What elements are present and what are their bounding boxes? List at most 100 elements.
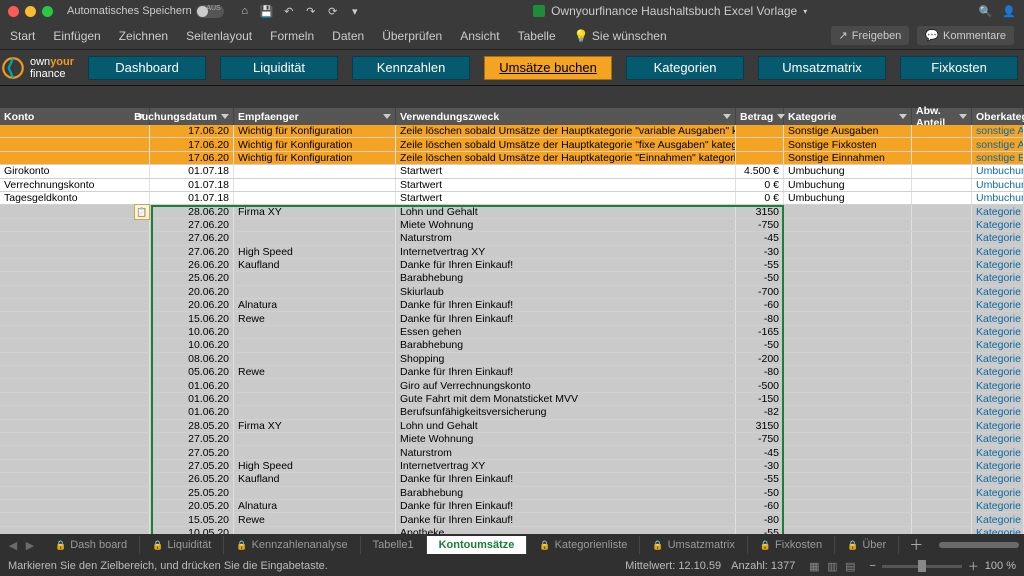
chevron-down-icon[interactable]: ▾ (803, 7, 807, 16)
sheet-next-icon[interactable]: ▶ (23, 539, 37, 552)
lock-icon: 🔒 (539, 540, 550, 551)
col-abw[interactable]: Abw. Anteil (912, 108, 972, 125)
table-row[interactable]: 28.05.20Firma XYLohn und Gehalt3150Kateg… (0, 420, 1024, 433)
sheet-tab-liquidität[interactable]: 🔒Liquidität (140, 536, 224, 554)
filter-icon (723, 114, 731, 119)
table-row[interactable]: 25.05.20Barabhebung-50Kategorie fe (0, 487, 1024, 500)
table-row[interactable]: 26.06.20KauflandDanke für Ihren Einkauf!… (0, 259, 1024, 272)
table-row[interactable]: 10.05.20Apotheke-55Kategorie fe (0, 527, 1024, 534)
minimize-icon[interactable] (25, 6, 36, 17)
zoom-out-icon[interactable]: − (869, 560, 875, 572)
redo-icon[interactable]: ↷ (304, 5, 318, 18)
zoom-icon[interactable] (42, 6, 53, 17)
col-konto[interactable]: Konto (0, 108, 150, 125)
sheet-tab-kategorienliste[interactable]: 🔒Kategorienliste (527, 536, 640, 554)
nav-dashboard[interactable]: Dashboard (88, 56, 206, 80)
ribbon-tab[interactable]: Einfügen (53, 29, 100, 43)
table-row[interactable]: Verrechnungskonto01.07.18Startwert0 €Umb… (0, 179, 1024, 192)
ribbon-tab[interactable]: Seitenlayout (186, 29, 252, 43)
table-row[interactable]: 20.05.20AlnaturaDanke für Ihren Einkauf!… (0, 500, 1024, 513)
table-row[interactable]: Girokonto01.07.18Startwert4.500 €Umbuchu… (0, 165, 1024, 178)
sheet-tab-kontoumsätze[interactable]: Kontoumsätze (427, 536, 528, 554)
save-icon[interactable]: 💾 (260, 5, 274, 18)
comments-button[interactable]: 💬 Kommentare (917, 26, 1014, 45)
ribbon-tab[interactable]: Ansicht (460, 29, 499, 43)
sheet-tab-umsatzmatrix[interactable]: 🔒Umsatzmatrix (640, 536, 747, 554)
table-row[interactable]: 08.06.20Shopping-200Kategorie fe (0, 353, 1024, 366)
user-icon[interactable]: 👤 (1002, 5, 1016, 18)
nav-fixkosten[interactable]: Fixkosten (900, 56, 1018, 80)
table-row[interactable]: 27.05.20Miete Wohnung-750Kategorie fe (0, 433, 1024, 446)
share-button[interactable]: ↗ Freigeben (831, 26, 910, 45)
table-row[interactable]: 27.06.20High SpeedInternetvertrag XY-30K… (0, 246, 1024, 259)
filter-icon (899, 114, 907, 119)
tell-me[interactable]: 💡 Sie wünschen (574, 29, 667, 43)
home-icon[interactable]: ⌂ (238, 5, 252, 18)
table-row[interactable]: 27.06.20Miete Wohnung-750Kategorie fe (0, 219, 1024, 232)
ribbon-tab[interactable]: Start (10, 29, 35, 43)
table-row[interactable]: 20.06.20AlnaturaDanke für Ihren Einkauf!… (0, 299, 1024, 312)
search-icon[interactable]: 🔍 (979, 5, 993, 18)
autosave-toggle[interactable]: Automatisches Speichern AUS (67, 5, 224, 18)
ribbon-tab[interactable]: Zeichnen (119, 29, 168, 43)
status-anzahl: Anzahl: 1377 (731, 560, 795, 572)
ribbon-tab[interactable]: Daten (332, 29, 364, 43)
col-oberkategorie[interactable]: Oberkategorie (972, 108, 1024, 125)
nav-liquidität[interactable]: Liquidität (220, 56, 338, 80)
sheet-tab-kennzahlenanalyse[interactable]: 🔒Kennzahlenanalyse (224, 536, 360, 554)
nav-kategorien[interactable]: Kategorien (626, 56, 744, 80)
table-row[interactable]: 01.06.20Gute Fahrt mit dem Monatsticket … (0, 393, 1024, 406)
zoom-in-icon[interactable]: ＋ (968, 558, 979, 574)
table-row[interactable]: 01.06.20Giro auf Verrechnungskonto-500Ka… (0, 379, 1024, 392)
filter-icon (959, 114, 967, 119)
table-row[interactable]: 01.06.20Berufsunfähigkeitsversicherung-8… (0, 406, 1024, 419)
sheet-first-icon[interactable]: ◀ (6, 539, 20, 552)
sheet-tab-über[interactable]: 🔒Über (835, 536, 899, 554)
table-row[interactable]: 17.06.20Wichtig für KonfigurationZeile l… (0, 152, 1024, 165)
table-row[interactable]: 17.06.20Wichtig für KonfigurationZeile l… (0, 125, 1024, 138)
col-betrag[interactable]: Betrag (736, 108, 784, 125)
table-row[interactable]: 15.05.20ReweDanke für Ihren Einkauf!-80K… (0, 513, 1024, 526)
chevron-down-icon[interactable]: ▾ (348, 5, 362, 18)
table-row[interactable]: 26.05.20KauflandDanke für Ihren Einkauf!… (0, 473, 1024, 486)
switch-icon[interactable]: AUS (196, 5, 224, 18)
lock-icon: 🔒 (760, 540, 771, 551)
data-grid[interactable]: 17.06.20Wichtig für KonfigurationZeile l… (0, 125, 1024, 534)
col-kategorie[interactable]: Kategorie (784, 108, 912, 125)
zoom-slider[interactable] (882, 565, 962, 568)
nav-umsätze-buchen[interactable]: Umsätze buchen (484, 56, 612, 80)
table-row[interactable]: Tagesgeldkonto01.07.18Startwert0 €Umbuch… (0, 192, 1024, 205)
table-row[interactable]: 27.06.20Naturstrom-45Kategorie fe (0, 232, 1024, 245)
table-row[interactable]: 25.06.20Barabhebung-50Kategorie fe (0, 272, 1024, 285)
nav-kennzahlen[interactable]: Kennzahlen (352, 56, 470, 80)
table-row[interactable]: 20.06.20Skiurlaub-700Kategorie fe (0, 286, 1024, 299)
table-row[interactable]: 27.05.20High SpeedInternetvertrag XY-30K… (0, 460, 1024, 473)
sheet-tab-tabelle1[interactable]: Tabelle1 (361, 536, 427, 554)
sheet-tab-fixkosten[interactable]: 🔒Fixkosten (748, 536, 835, 554)
zoom-control[interactable]: − ＋ 100 % (869, 558, 1016, 574)
table-row[interactable]: 28.06.20Firma XYLohn und Gehalt3150Kateg… (0, 205, 1024, 218)
horizontal-scrollbar[interactable] (939, 542, 1018, 548)
sheet-tab-dash-board[interactable]: 🔒Dash board (43, 536, 140, 554)
refresh-icon[interactable]: ⟳ (326, 5, 340, 18)
paste-options-icon[interactable]: 📋 (134, 204, 150, 220)
ribbon-tab[interactable]: Formeln (270, 29, 314, 43)
col-zweck[interactable]: Verwendungszweck (396, 108, 736, 125)
undo-icon[interactable]: ↶ (282, 5, 296, 18)
add-sheet-button[interactable]: ＋ (899, 535, 933, 555)
table-row[interactable]: 17.06.20Wichtig für KonfigurationZeile l… (0, 138, 1024, 151)
table-row[interactable]: 15.06.20ReweDanke für Ihren Einkauf!-80K… (0, 312, 1024, 325)
table-row[interactable]: 27.05.20Naturstrom-45Kategorie fe (0, 446, 1024, 459)
view-switcher[interactable]: ▦▥▤ (805, 560, 859, 573)
table-row[interactable]: 10.06.20Barabhebung-50Kategorie fe (0, 339, 1024, 352)
table-row[interactable]: 05.06.20ReweDanke für Ihren Einkauf!-80K… (0, 366, 1024, 379)
nav-umsatzmatrix[interactable]: Umsatzmatrix (758, 56, 886, 80)
ribbon-tab[interactable]: Tabelle (518, 29, 556, 43)
col-buchungsdatum[interactable]: Buchungsdatum (150, 108, 234, 125)
ribbon-tab[interactable]: Überprüfen (382, 29, 442, 43)
workbook-nav: ownyourfinance DashboardLiquiditätKennza… (0, 50, 1024, 86)
table-row[interactable]: 10.06.20Essen gehen-165Kategorie fe (0, 326, 1024, 339)
col-empfaenger[interactable]: Empfaenger (234, 108, 396, 125)
lock-icon: 🔒 (55, 540, 66, 551)
close-icon[interactable] (8, 6, 19, 17)
